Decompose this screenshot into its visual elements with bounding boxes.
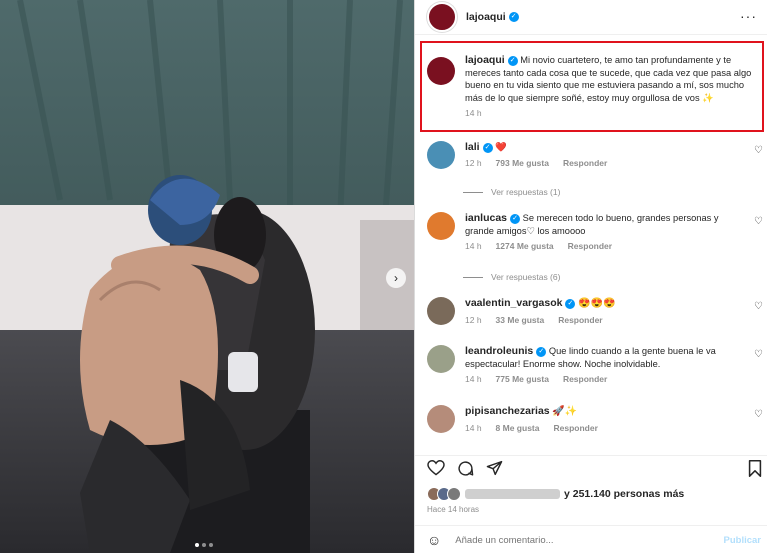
like-comment-heart-icon[interactable]: ♡	[754, 301, 763, 312]
post-photo[interactable]: ›	[0, 0, 414, 553]
likes-count[interactable]: y 251.140 personas más	[564, 488, 684, 500]
comment-time: 14 h	[465, 374, 482, 384]
comment-item: vaalentin_vargasok ✓ 😍😍😍 12 h 33 Me gusta R…	[427, 297, 767, 326]
verified-badge-icon: ✓	[536, 346, 547, 357]
likes-summary[interactable]: y 251.140 personas más	[427, 487, 684, 501]
comment-text: 😍😍😍	[578, 298, 616, 309]
verified-badge-icon: ✓	[510, 213, 521, 224]
commenter-username[interactable]: pipisanchezarias	[465, 405, 550, 417]
comment-item: pipisanchezarias 🚀✨ 14 h 8 Me gusta Respon…	[427, 405, 767, 434]
carousel-dot	[209, 543, 213, 547]
blurred-liker-names	[465, 489, 560, 499]
commenter-username[interactable]: vaalentin_vargasok	[465, 297, 562, 309]
next-photo-button[interactable]: ›	[386, 268, 406, 288]
view-replies-label[interactable]: Ver respuestas (6)	[491, 272, 560, 282]
reply-button[interactable]: Responder	[568, 241, 612, 251]
verified-badge-icon: ✓	[507, 55, 518, 66]
comment-time: 14 h	[465, 422, 482, 433]
like-heart-icon[interactable]	[427, 460, 445, 476]
caption-username[interactable]: lajoaqui	[465, 54, 505, 66]
comment-text: ❤️	[495, 142, 507, 152]
comment-bubble-icon[interactable]	[457, 460, 474, 477]
comment-likes[interactable]: 1274 Me gusta	[496, 241, 554, 251]
comment-item: ianlucas ✓ Se merecen todo lo bueno, gran…	[427, 212, 767, 253]
verified-badge-icon: ✓	[508, 12, 519, 22]
add-comment-bar: ☺ Publicar	[415, 525, 767, 554]
reply-button[interactable]: Responder	[563, 158, 607, 168]
more-dots-icon[interactable]: ···	[740, 8, 757, 24]
author-username[interactable]: lajoaqui	[466, 11, 506, 23]
replies-divider	[463, 276, 483, 278]
comment-likes[interactable]: 33 Me gusta	[496, 315, 545, 325]
carousel-dot-active	[195, 543, 199, 547]
post-actions-bar	[415, 455, 767, 480]
like-comment-heart-icon[interactable]: ♡	[754, 409, 763, 420]
replies-divider	[463, 191, 483, 193]
commenter-username[interactable]: leandroleunis	[465, 345, 533, 357]
like-comment-heart-icon[interactable]: ♡	[754, 145, 763, 156]
comment-time: 14 h	[465, 241, 482, 251]
commenter-avatar[interactable]	[427, 345, 455, 373]
commenter-avatar[interactable]	[427, 141, 455, 169]
commenter-avatar[interactable]	[427, 212, 455, 240]
emoji-smiley-icon[interactable]: ☺	[427, 532, 441, 548]
commenter-username[interactable]: lali	[465, 141, 480, 153]
view-replies-label[interactable]: Ver respuestas (1)	[491, 187, 560, 197]
comment-text: 🚀✨	[552, 406, 578, 417]
reply-button[interactable]: Responder	[563, 374, 607, 384]
carousel-dots	[195, 543, 213, 547]
post-caption: lajoaqui ✓ Mi novio cuartetero, te amo ta…	[427, 54, 759, 120]
view-replies-link[interactable]: Ver respuestas (1)	[463, 187, 560, 197]
comment-time: 12 h	[465, 157, 482, 168]
post-header: lajoaqui ✓ ···	[415, 0, 767, 35]
instagram-post-view: › lajoaqui ✓ ··· lajoaqui ✓ Mi novio cuar…	[0, 0, 767, 553]
save-bookmark-icon[interactable]	[748, 460, 762, 477]
comment-item: leandroleunis ✓ Que lindo cuando a la gen…	[427, 345, 767, 386]
caption-author-avatar[interactable]	[427, 57, 455, 85]
comment-likes[interactable]: 793 Me gusta	[496, 158, 549, 168]
comment-input[interactable]	[453, 533, 708, 547]
commenter-avatar[interactable]	[427, 297, 455, 325]
comment-likes[interactable]: 8 Me gusta	[496, 423, 540, 433]
comment-time: 12 h	[465, 314, 482, 325]
post-side-panel: lajoaqui ✓ ··· lajoaqui ✓ Mi novio cuarte…	[414, 0, 767, 553]
like-comment-heart-icon[interactable]: ♡	[754, 349, 763, 360]
verified-badge-icon: ✓	[565, 298, 576, 309]
liker-avatar	[447, 487, 461, 501]
reply-button[interactable]: Responder	[553, 423, 597, 433]
publish-button[interactable]: Publicar	[724, 535, 762, 546]
caption-time: 14 h	[465, 108, 482, 118]
verified-badge-icon: ✓	[482, 142, 493, 153]
reply-button[interactable]: Responder	[558, 315, 602, 325]
commenter-username[interactable]: ianlucas	[465, 212, 507, 224]
post-photo-illustration	[0, 0, 414, 553]
share-send-icon[interactable]	[486, 460, 503, 476]
post-timestamp: Hace 14 horas	[427, 505, 480, 514]
comment-item: lali ✓ ❤️ 12 h 793 Me gusta Responder ♡	[427, 141, 767, 169]
view-replies-link[interactable]: Ver respuestas (6)	[463, 272, 560, 282]
comment-likes[interactable]: 775 Me gusta	[496, 374, 549, 384]
like-comment-heart-icon[interactable]: ♡	[754, 216, 763, 227]
commenter-avatar[interactable]	[427, 405, 455, 433]
carousel-dot	[202, 543, 206, 547]
author-avatar[interactable]	[427, 2, 457, 32]
